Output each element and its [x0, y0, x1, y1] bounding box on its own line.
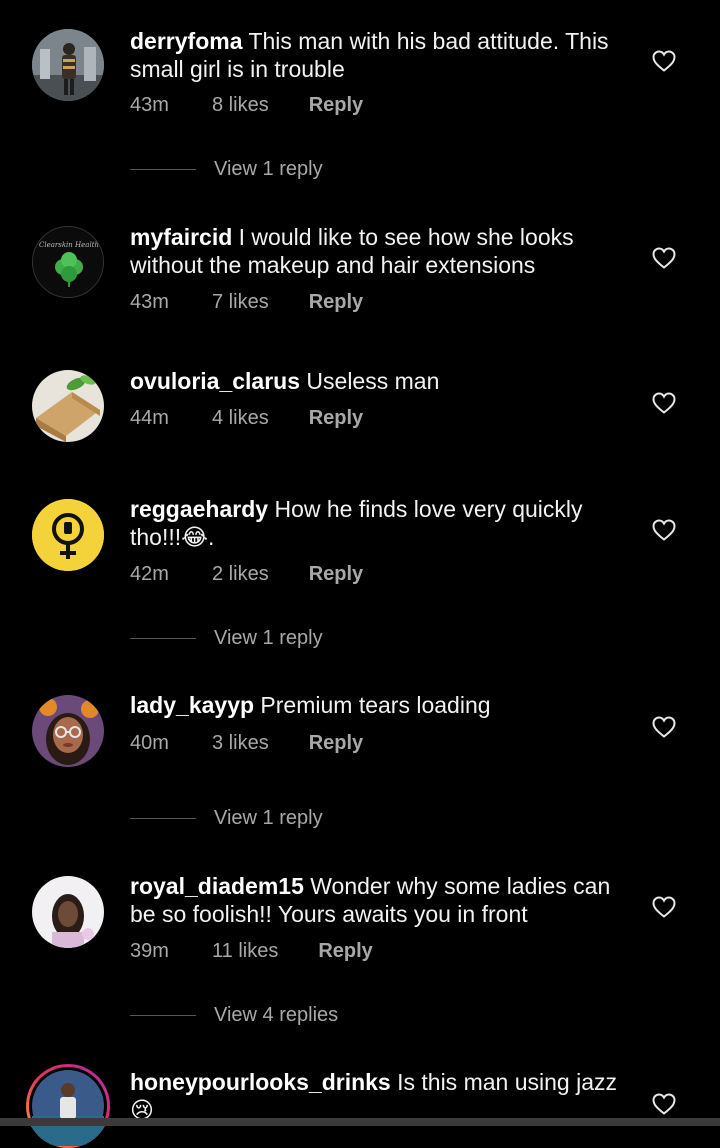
- avatar[interactable]: Clearskin Health: [32, 226, 104, 298]
- timestamp: 42m: [130, 563, 169, 585]
- comment-meta: 43m 7 likes Reply: [130, 290, 363, 314]
- divider-line: [130, 637, 196, 639]
- comment-text: royal_diadem15 Wonder why some ladies ca…: [130, 872, 630, 928]
- avatar[interactable]: [26, 1064, 110, 1148]
- view-replies-label: View 1 reply: [214, 806, 323, 829]
- username[interactable]: myfaircid: [130, 224, 232, 250]
- reply-button[interactable]: Reply: [318, 939, 372, 963]
- comment-meta: 43m 8 likes Reply: [130, 93, 363, 117]
- timestamp: 43m: [130, 291, 169, 313]
- view-replies-button[interactable]: View 1 reply: [130, 806, 323, 830]
- bottom-edge-bar: [0, 1118, 720, 1126]
- username[interactable]: reggaehardy: [130, 496, 268, 522]
- username[interactable]: royal_diadem15: [130, 873, 304, 899]
- timestamp: 44m: [130, 407, 169, 429]
- heart-outline-icon[interactable]: [652, 716, 676, 738]
- view-replies-button[interactable]: View 1 reply: [130, 626, 323, 650]
- divider-line: [130, 168, 196, 170]
- likes-count[interactable]: 8 likes: [212, 93, 269, 117]
- username[interactable]: lady_kayyp: [130, 692, 254, 718]
- avatar[interactable]: [32, 695, 104, 767]
- view-replies-label: View 4 replies: [214, 1003, 339, 1026]
- reply-button[interactable]: Reply: [309, 93, 363, 117]
- heart-outline-icon[interactable]: [652, 519, 676, 541]
- comment-body: Useless man: [306, 368, 440, 394]
- view-replies-label: View 1 reply: [214, 157, 323, 180]
- likes-count[interactable]: 4 likes: [212, 406, 269, 430]
- reply-button[interactable]: Reply: [309, 290, 363, 314]
- comment-meta: 40m 3 likes Reply: [130, 731, 363, 755]
- avatar[interactable]: [32, 29, 104, 101]
- comment-text: lady_kayyp Premium tears loading: [130, 691, 630, 719]
- comment-meta: 42m 2 likes Reply: [130, 562, 363, 586]
- likes-count[interactable]: 11 likes: [212, 939, 278, 963]
- timestamp: 39m: [130, 940, 169, 962]
- heart-outline-icon[interactable]: [652, 392, 676, 414]
- view-replies-button[interactable]: View 1 reply: [130, 157, 323, 181]
- divider-line: [130, 817, 196, 819]
- heart-outline-icon[interactable]: [652, 247, 676, 269]
- timestamp: 43m: [130, 94, 169, 116]
- svg-text:Clearskin Health: Clearskin Health: [39, 241, 99, 249]
- comment-text: derryfoma This man with his bad attitude…: [130, 27, 630, 83]
- likes-count[interactable]: 7 likes: [212, 290, 269, 314]
- heart-outline-icon[interactable]: [652, 50, 676, 72]
- comment-meta: 44m 4 likes Reply: [130, 406, 363, 430]
- likes-count[interactable]: 3 likes: [212, 731, 269, 755]
- reply-button[interactable]: Reply: [309, 731, 363, 755]
- reply-button[interactable]: Reply: [309, 406, 363, 430]
- view-replies-button[interactable]: View 4 replies: [130, 1003, 338, 1027]
- username[interactable]: ovuloria_clarus: [130, 368, 300, 394]
- heart-outline-icon[interactable]: [652, 896, 676, 918]
- reply-button[interactable]: Reply: [309, 562, 363, 586]
- heart-outline-icon[interactable]: [652, 1093, 676, 1115]
- username[interactable]: honeypourlooks_drinks: [130, 1069, 391, 1095]
- avatar[interactable]: [32, 370, 104, 442]
- comment-body: Premium tears loading: [260, 692, 491, 718]
- avatar[interactable]: [32, 499, 104, 571]
- comment-text: ovuloria_clarus Useless man: [130, 367, 630, 395]
- timestamp: 40m: [130, 732, 169, 754]
- avatar[interactable]: [32, 876, 104, 948]
- comment-meta: 39m 11 likes Reply: [130, 939, 373, 963]
- divider-line: [130, 1014, 196, 1016]
- username[interactable]: derryfoma: [130, 28, 242, 54]
- comment-text: honeypourlooks_drinks Is this man using …: [130, 1068, 630, 1124]
- comment-text: myfaircid I would like to see how she lo…: [130, 223, 630, 279]
- comment-text: reggaehardy How he finds love very quick…: [130, 495, 630, 551]
- view-replies-label: View 1 reply: [214, 626, 323, 649]
- likes-count[interactable]: 2 likes: [212, 562, 269, 586]
